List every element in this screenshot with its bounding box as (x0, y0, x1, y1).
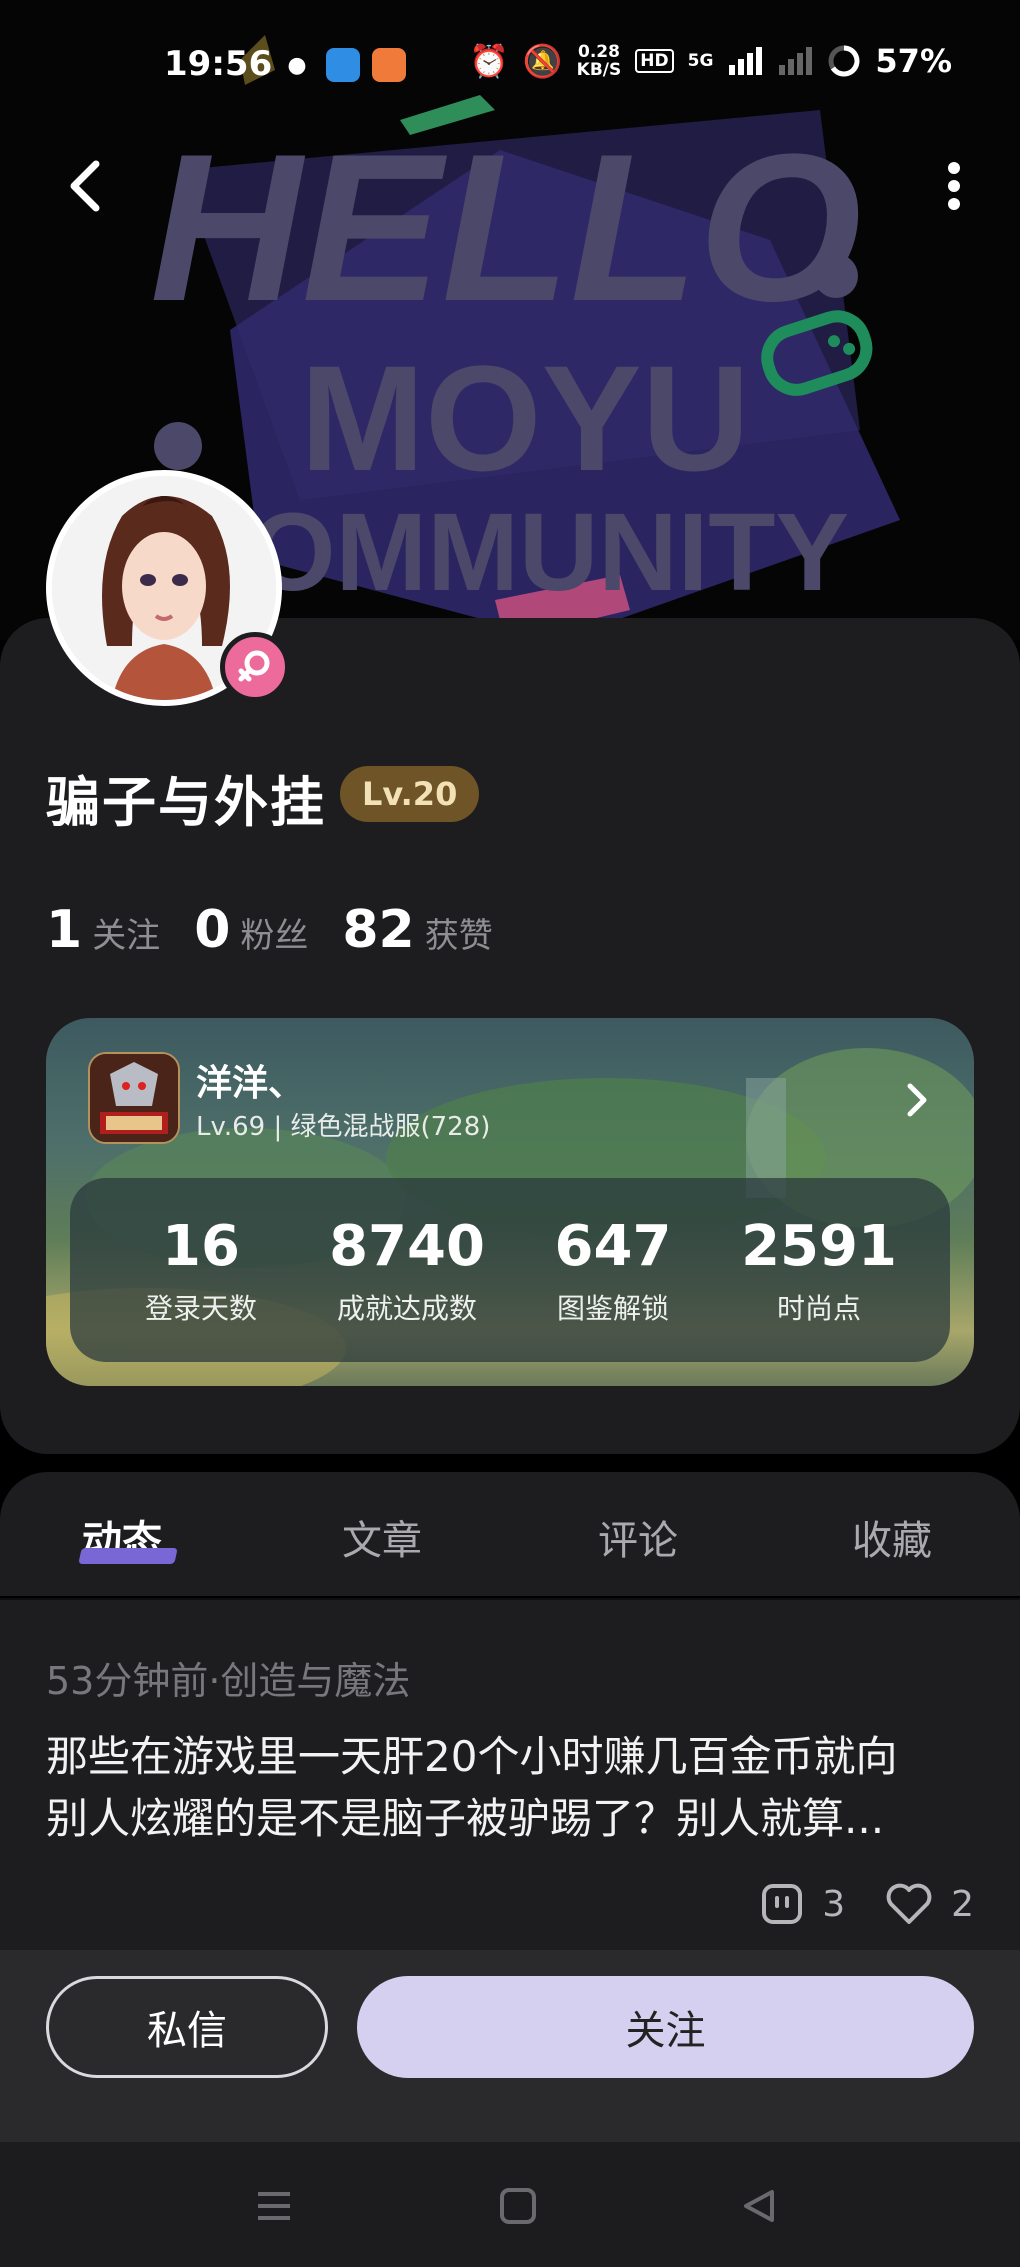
stat-likes-count: 82 (342, 900, 415, 960)
game-stat-collection-value: 647 (554, 1213, 672, 1279)
stat-likes-label: 获赞 (424, 916, 493, 956)
game-stat-login-days-value: 16 (162, 1213, 240, 1279)
game-stat-fashion: 2591 时尚点 (724, 1214, 914, 1327)
comment-button[interactable]: 3 (760, 1882, 845, 1926)
active-tab-indicator (78, 1548, 178, 1564)
like-button[interactable]: 2 (885, 1882, 974, 1926)
game-stat-fashion-value: 2591 (741, 1213, 897, 1279)
home-square-icon (500, 2188, 536, 2224)
status-app-icons: ● (280, 48, 406, 82)
tab-favorites[interactable]: 收藏 (852, 1508, 932, 1566)
status-bar: 19:56 ● ⏰ 🔕 0.28 KB/S HD 5G 57% (0, 40, 1020, 90)
game-stat-login-days: 16 登录天数 (106, 1214, 296, 1327)
app-blue-icon (326, 48, 360, 82)
level-badge: Lv.20 (340, 766, 480, 822)
triangle-back-icon (744, 2190, 774, 2222)
post-actions: 3 2 (760, 1882, 974, 1926)
back-button[interactable] (56, 158, 112, 214)
game-stat-achievements: 8740 成就达成数 (312, 1214, 502, 1327)
game-stat-login-days-label: 登录天数 (144, 1291, 257, 1325)
game-stat-collection: 647 图鉴解锁 (518, 1214, 708, 1327)
private-message-button[interactable]: 私信 (46, 1976, 328, 2078)
game-stat-collection-label: 图鉴解锁 (556, 1291, 669, 1325)
mute-icon: 🔕 (522, 42, 563, 80)
heart-icon (886, 1883, 932, 1924)
tab-articles[interactable]: 文章 (342, 1508, 422, 1566)
system-nav-bar (0, 2142, 1020, 2267)
banner-community-text: OMMUNITY (250, 491, 849, 614)
post-content: 那些在游戏里一天肝20个小时赚几百金币就向 别人炫耀的是不是脑子被驴踢了？别人就… (46, 1726, 976, 1850)
hd-badge: HD (635, 49, 674, 73)
follow-button[interactable]: 关注 (357, 1976, 974, 2078)
chevron-left-icon (70, 160, 100, 212)
signal-icon (729, 47, 763, 75)
chevron-right-icon (907, 1083, 927, 1117)
stat-following-label: 关注 (92, 916, 161, 956)
nav-back-button[interactable] (736, 2182, 784, 2230)
game-character-name: 洋洋、 (196, 1063, 305, 1104)
alarm-icon: ⏰ (468, 42, 509, 80)
network-type: 5G (687, 51, 714, 71)
battery-level: 57% (875, 42, 952, 80)
game-stat-achievements-value: 8740 (329, 1213, 485, 1279)
app-orange-icon (372, 48, 406, 82)
game-stats-panel: 16 登录天数 8740 成就达成数 647 图鉴解锁 2591 时尚点 (70, 1178, 950, 1362)
net-speed-value: 0.28 (577, 42, 620, 62)
stat-following-count: 1 (46, 900, 83, 960)
game-stat-fashion-label: 时尚点 (776, 1291, 861, 1325)
like-count: 2 (951, 1883, 974, 1925)
stat-followers-count: 0 (194, 900, 231, 960)
username: 骗子与外挂 (46, 771, 326, 834)
more-vertical-icon (948, 162, 960, 210)
stat-following[interactable]: 1 关注 (46, 900, 160, 960)
signal-2-icon (779, 47, 813, 75)
post-item[interactable]: 53分钟前·创造与魔法 那些在游戏里一天肝20个小时赚几百金币就向 别人炫耀的是… (0, 1598, 1020, 1950)
status-time: 19:56 (164, 44, 273, 84)
stat-followers-label: 粉丝 (240, 916, 309, 956)
stat-likes: 82 获赞 (342, 900, 492, 960)
bottom-action-bar: 私信 关注 (0, 1950, 1020, 2142)
post-meta: 53分钟前·创造与魔法 (46, 1659, 411, 1703)
stat-followers[interactable]: 0 粉丝 (194, 900, 308, 960)
game-icon (88, 1052, 180, 1144)
net-speed-unit: KB/S (576, 60, 622, 80)
post-content-line-2: 别人炫耀的是不是脑子被驴踢了？别人就算... (46, 1794, 885, 1843)
post-content-line-1: 那些在游戏里一天肝20个小时赚几百金币就向 (46, 1732, 898, 1781)
tab-comments[interactable]: 评论 (598, 1508, 678, 1566)
wechat-icon: ● (287, 52, 307, 78)
nav-home-button[interactable] (494, 2182, 542, 2230)
comment-icon (762, 1884, 803, 1924)
profile-stats: 1 关注 0 粉丝 82 获赞 (46, 900, 493, 960)
female-gender-icon (220, 632, 290, 702)
net-speed: 0.28 KB/S (577, 43, 622, 79)
comment-count: 3 (822, 1883, 846, 1925)
game-character-level-server: Lv.69 | 绿色混战服(728) (196, 1112, 491, 1142)
game-stat-achievements-label: 成就达成数 (336, 1291, 477, 1325)
banner-hello-text: HELLO (150, 110, 862, 345)
status-indicators: ⏰ 🔕 0.28 KB/S HD 5G 57% (469, 42, 952, 80)
battery-ring-icon (828, 45, 860, 77)
nav-menu-button[interactable] (250, 2182, 298, 2230)
content-tabs: 动态 文章 评论 收藏 (0, 1472, 1020, 1596)
banner-moyu-text: MOYU (300, 334, 750, 502)
menu-icon (258, 2192, 290, 2220)
more-options-button[interactable] (934, 158, 974, 214)
game-profile-card[interactable]: 洋洋、 Lv.69 | 绿色混战服(728) 16 登录天数 8740 成就达成… (46, 1018, 974, 1386)
